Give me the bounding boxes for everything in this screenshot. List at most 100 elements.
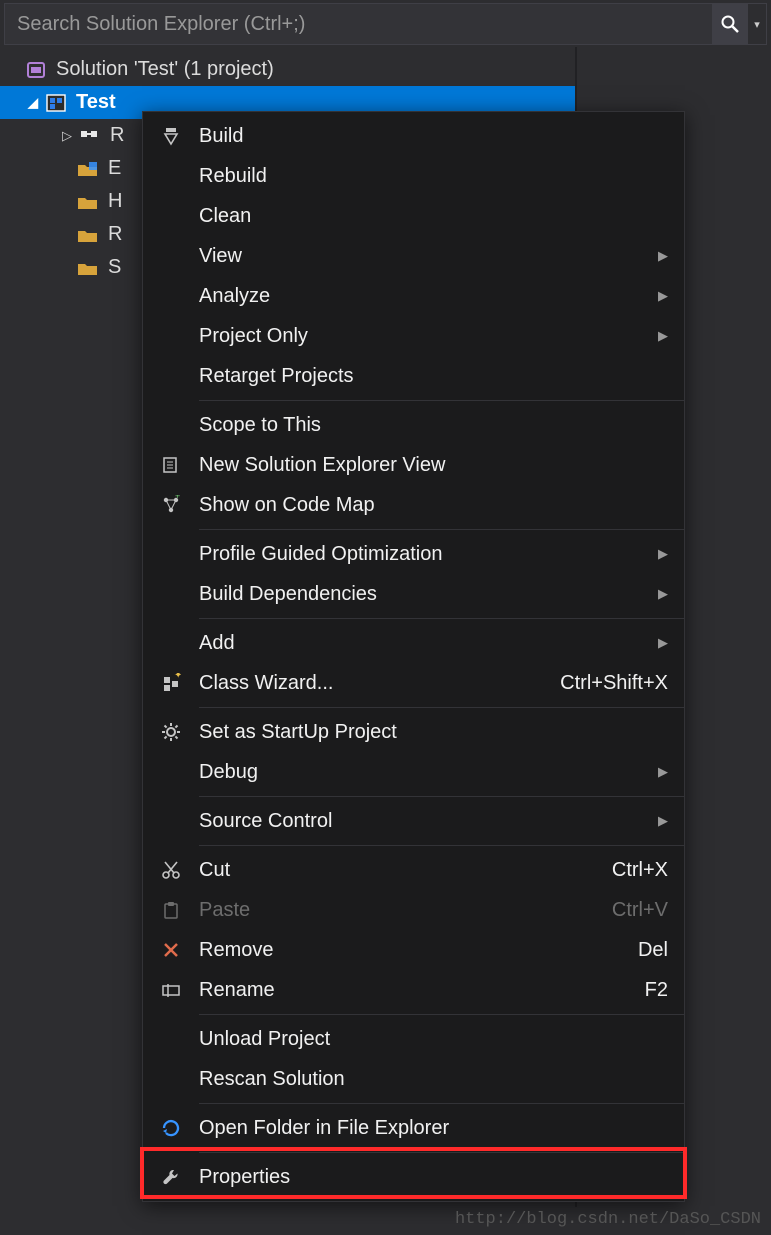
menu-label: Set as StartUp Project bbox=[199, 721, 668, 744]
menu-label: Profile Guided Optimization bbox=[199, 543, 648, 566]
search-dropdown-icon[interactable]: ▾ bbox=[748, 4, 766, 44]
tree-item-label: E bbox=[108, 157, 121, 180]
menu-rescan[interactable]: Rescan Solution bbox=[143, 1059, 684, 1099]
submenu-arrow-icon: ▶ bbox=[648, 328, 668, 344]
menu-label: Clean bbox=[199, 205, 668, 228]
svg-text:+: + bbox=[175, 495, 180, 501]
menu-shortcut: Ctrl+V bbox=[600, 899, 668, 922]
tree-item-label: H bbox=[108, 190, 122, 213]
menu-label: Properties bbox=[199, 1166, 668, 1189]
menu-label: Unload Project bbox=[199, 1028, 668, 1051]
build-icon bbox=[143, 126, 199, 146]
menu-remove[interactable]: Remove Del bbox=[143, 930, 684, 970]
menu-label: Rebuild bbox=[199, 165, 668, 188]
references-icon bbox=[78, 127, 102, 145]
search-bar: ▾ bbox=[4, 3, 767, 45]
expand-icon[interactable]: ▷ bbox=[58, 128, 76, 144]
menu-shortcut: Ctrl+X bbox=[600, 859, 668, 882]
tree-item-label: R bbox=[110, 124, 124, 147]
remove-icon bbox=[143, 940, 199, 960]
collapse-icon[interactable]: ◢ bbox=[24, 95, 42, 111]
submenu-arrow-icon: ▶ bbox=[648, 586, 668, 602]
solution-node[interactable]: Solution 'Test' (1 project) bbox=[0, 53, 771, 86]
folder-icon bbox=[76, 193, 100, 211]
menu-build-deps[interactable]: Build Dependencies ▶ bbox=[143, 574, 684, 614]
open-folder-icon bbox=[143, 1118, 199, 1138]
menu-cut[interactable]: Cut Ctrl+X bbox=[143, 850, 684, 890]
menu-label: Project Only bbox=[199, 325, 648, 348]
menu-properties[interactable]: Properties bbox=[143, 1157, 684, 1197]
menu-label: Rescan Solution bbox=[199, 1068, 668, 1091]
menu-separator bbox=[199, 618, 684, 619]
menu-shortcut: Ctrl+Shift+X bbox=[548, 672, 668, 695]
menu-project-only[interactable]: Project Only ▶ bbox=[143, 316, 684, 356]
menu-label: Cut bbox=[199, 859, 600, 882]
menu-label: Paste bbox=[199, 899, 600, 922]
menu-analyze[interactable]: Analyze ▶ bbox=[143, 276, 684, 316]
menu-separator bbox=[199, 400, 684, 401]
new-view-icon bbox=[143, 455, 199, 475]
menu-build[interactable]: Build bbox=[143, 116, 684, 156]
menu-label: View bbox=[199, 245, 648, 268]
menu-label: Rename bbox=[199, 979, 633, 1002]
context-menu: Build Rebuild Clean View ▶ Analyze ▶ Pro… bbox=[142, 111, 685, 1202]
submenu-arrow-icon: ▶ bbox=[648, 813, 668, 829]
project-icon bbox=[44, 93, 68, 113]
menu-pgo[interactable]: Profile Guided Optimization ▶ bbox=[143, 534, 684, 574]
menu-label: Analyze bbox=[199, 285, 648, 308]
menu-shortcut: F2 bbox=[633, 979, 668, 1002]
search-icon[interactable] bbox=[712, 4, 748, 44]
menu-separator bbox=[199, 1014, 684, 1015]
solution-label: Solution 'Test' (1 project) bbox=[56, 58, 274, 81]
menu-label: Debug bbox=[199, 761, 648, 784]
menu-scope[interactable]: Scope to This bbox=[143, 405, 684, 445]
class-wizard-icon: ✦ bbox=[143, 673, 199, 693]
menu-view[interactable]: View ▶ bbox=[143, 236, 684, 276]
wrench-icon bbox=[143, 1167, 199, 1187]
menu-label: Retarget Projects bbox=[199, 365, 668, 388]
menu-open-folder[interactable]: Open Folder in File Explorer bbox=[143, 1108, 684, 1148]
menu-separator bbox=[199, 845, 684, 846]
folder-icon bbox=[76, 259, 100, 277]
menu-set-startup[interactable]: Set as StartUp Project bbox=[143, 712, 684, 752]
menu-code-map[interactable]: + Show on Code Map bbox=[143, 485, 684, 525]
menu-label: Source Control bbox=[199, 810, 648, 833]
menu-class-wizard[interactable]: ✦ Class Wizard... Ctrl+Shift+X bbox=[143, 663, 684, 703]
menu-new-explorer-view[interactable]: New Solution Explorer View bbox=[143, 445, 684, 485]
menu-paste: Paste Ctrl+V bbox=[143, 890, 684, 930]
menu-label: Remove bbox=[199, 939, 626, 962]
submenu-arrow-icon: ▶ bbox=[648, 764, 668, 780]
menu-add[interactable]: Add ▶ bbox=[143, 623, 684, 663]
menu-separator bbox=[199, 796, 684, 797]
search-input[interactable] bbox=[5, 4, 712, 44]
menu-source-control[interactable]: Source Control ▶ bbox=[143, 801, 684, 841]
submenu-arrow-icon: ▶ bbox=[648, 288, 668, 304]
menu-separator bbox=[199, 1152, 684, 1153]
menu-rename[interactable]: Rename F2 bbox=[143, 970, 684, 1010]
solution-icon bbox=[24, 60, 48, 80]
project-label: Test bbox=[76, 91, 116, 114]
menu-label: Show on Code Map bbox=[199, 494, 668, 517]
submenu-arrow-icon: ▶ bbox=[648, 546, 668, 562]
folder-icon bbox=[76, 160, 100, 178]
submenu-arrow-icon: ▶ bbox=[648, 248, 668, 264]
watermark-text: http://blog.csdn.net/DaSo_CSDN bbox=[455, 1210, 761, 1229]
menu-separator bbox=[199, 529, 684, 530]
menu-label: New Solution Explorer View bbox=[199, 454, 668, 477]
cut-icon bbox=[143, 860, 199, 880]
menu-label: Build bbox=[199, 125, 668, 148]
menu-label: Add bbox=[199, 632, 648, 655]
menu-unload[interactable]: Unload Project bbox=[143, 1019, 684, 1059]
gear-icon bbox=[143, 722, 199, 742]
menu-separator bbox=[199, 707, 684, 708]
menu-debug[interactable]: Debug ▶ bbox=[143, 752, 684, 792]
menu-retarget[interactable]: Retarget Projects bbox=[143, 356, 684, 396]
menu-clean[interactable]: Clean bbox=[143, 196, 684, 236]
menu-rebuild[interactable]: Rebuild bbox=[143, 156, 684, 196]
svg-text:✦: ✦ bbox=[174, 673, 181, 681]
menu-label: Open Folder in File Explorer bbox=[199, 1117, 668, 1140]
submenu-arrow-icon: ▶ bbox=[648, 635, 668, 651]
menu-separator bbox=[199, 1103, 684, 1104]
rename-icon bbox=[143, 980, 199, 1000]
menu-label: Scope to This bbox=[199, 414, 668, 437]
